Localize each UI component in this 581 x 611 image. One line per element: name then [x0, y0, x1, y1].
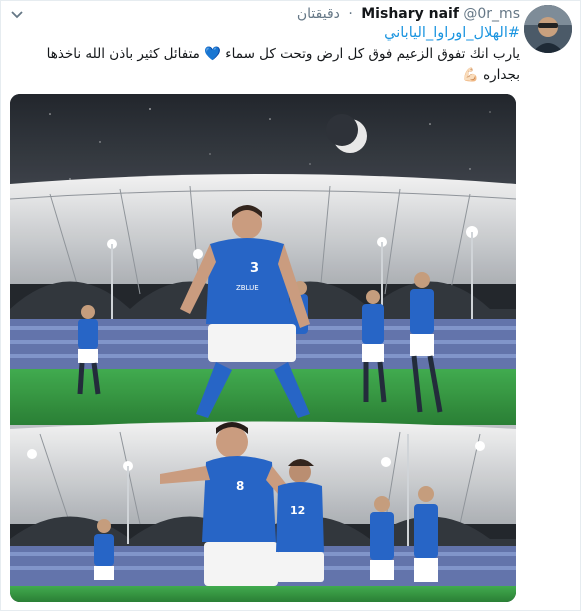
avatar[interactable] — [524, 5, 572, 53]
tweet-card: Mishary naif @0r_ms · دقيقتان #الهلال_او… — [0, 0, 581, 611]
hashtag-link[interactable]: #الهلال_اوراوا_الياباني — [384, 25, 520, 41]
stadium-collage-image: 3 ZBLUE 8 12 — [10, 94, 516, 602]
tweet-header: Mishary naif @0r_ms · دقيقتان — [297, 5, 520, 23]
author-name[interactable]: Mishary naif — [361, 6, 459, 22]
tweet-text-line-1: يارب انك تفوق الزعيم فوق كل ارض وتحت كل … — [46, 46, 520, 62]
tweet-text-line-2: بجداره 💪🏻 — [461, 67, 520, 83]
separator: · — [348, 6, 353, 22]
tweet-timestamp[interactable]: دقيقتان — [297, 6, 340, 22]
tweet-photo[interactable]: 3 ZBLUE 8 12 — [10, 94, 516, 602]
author-handle[interactable]: @0r_ms — [463, 6, 520, 22]
chevron-down-icon[interactable] — [9, 7, 25, 23]
